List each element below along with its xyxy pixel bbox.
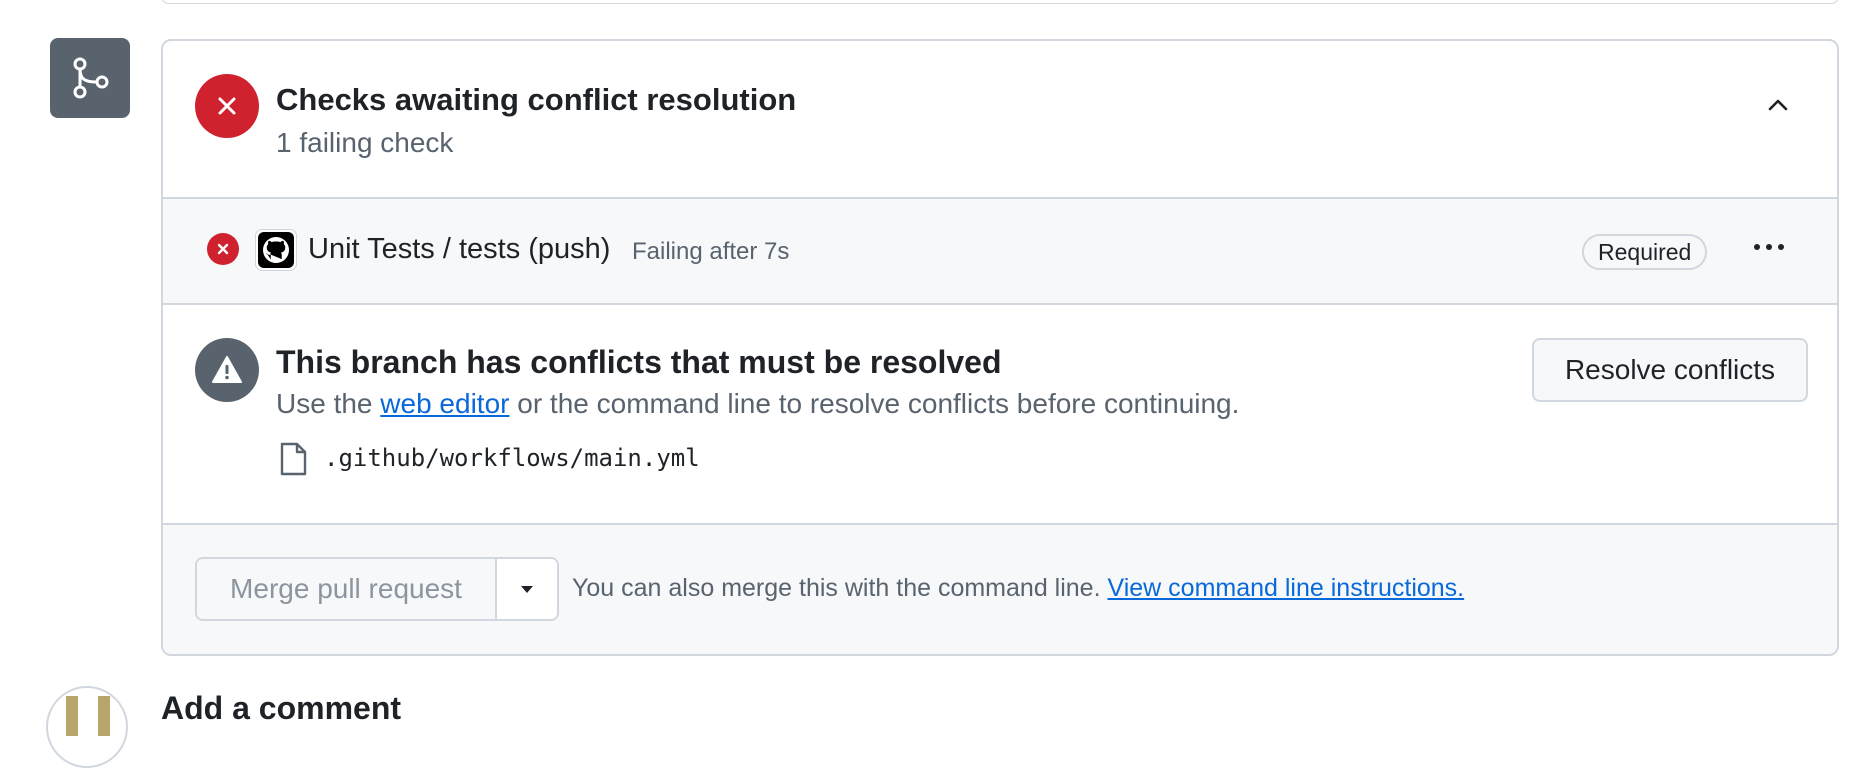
conflicts-desc-suffix: or the command line to resolve conflicts… — [509, 388, 1240, 419]
conflicts-desc-prefix: Use the — [276, 388, 381, 419]
resolve-conflicts-button[interactable]: Resolve conflicts — [1532, 338, 1808, 402]
checks-section: Checks awaiting conflict resolution 1 fa… — [163, 41, 1837, 197]
chevron-up-icon — [1768, 99, 1788, 111]
conflicts-section: This branch has conflicts that must be r… — [163, 305, 1837, 523]
conflicts-title: This branch has conflicts that must be r… — [276, 344, 1002, 380]
github-logo-icon — [255, 229, 297, 271]
check-more-button[interactable] — [1746, 227, 1792, 267]
conflicting-file-path: .github/workflows/main.yml — [324, 444, 700, 472]
command-line-instructions-link[interactable]: View command line instructions. — [1107, 574, 1464, 602]
check-name-link[interactable]: Unit Tests / tests (push) — [308, 233, 610, 266]
merge-box: Checks awaiting conflict resolution 1 fa… — [161, 39, 1839, 656]
x-circle-icon — [207, 233, 239, 265]
merge-hint: You can also merge this with the command… — [572, 574, 1464, 603]
git-merge-icon — [50, 38, 130, 118]
merge-pull-request-button[interactable]: Merge pull request — [197, 559, 497, 619]
check-status: Failing after 7s — [632, 238, 790, 265]
avatar — [46, 686, 128, 768]
checks-subtitle: 1 failing check — [276, 127, 454, 158]
previous-timeline-box — [161, 0, 1839, 4]
x-circle-icon — [195, 74, 259, 138]
conflicts-description: Use the web editor or the command line t… — [276, 388, 1239, 420]
merge-hint-text: You can also merge this with the command… — [572, 574, 1108, 602]
required-badge: Required — [1582, 234, 1708, 270]
check-run-row: Unit Tests / tests (push) Failing after … — [163, 197, 1837, 305]
triangle-down-icon — [521, 586, 533, 593]
web-editor-link[interactable]: web editor — [380, 388, 509, 419]
checks-title: Checks awaiting conflict resolution — [276, 82, 797, 117]
merge-section: Merge pull request You can also merge th… — [163, 523, 1837, 654]
kebab-horizontal-icon — [1754, 244, 1784, 250]
merge-method-dropdown[interactable] — [497, 559, 557, 619]
file-icon — [280, 442, 307, 476]
alert-icon — [195, 338, 259, 402]
add-comment-heading: Add a comment — [161, 690, 402, 726]
collapse-checks-button[interactable] — [1754, 81, 1802, 129]
merge-button-group: Merge pull request — [195, 557, 559, 621]
